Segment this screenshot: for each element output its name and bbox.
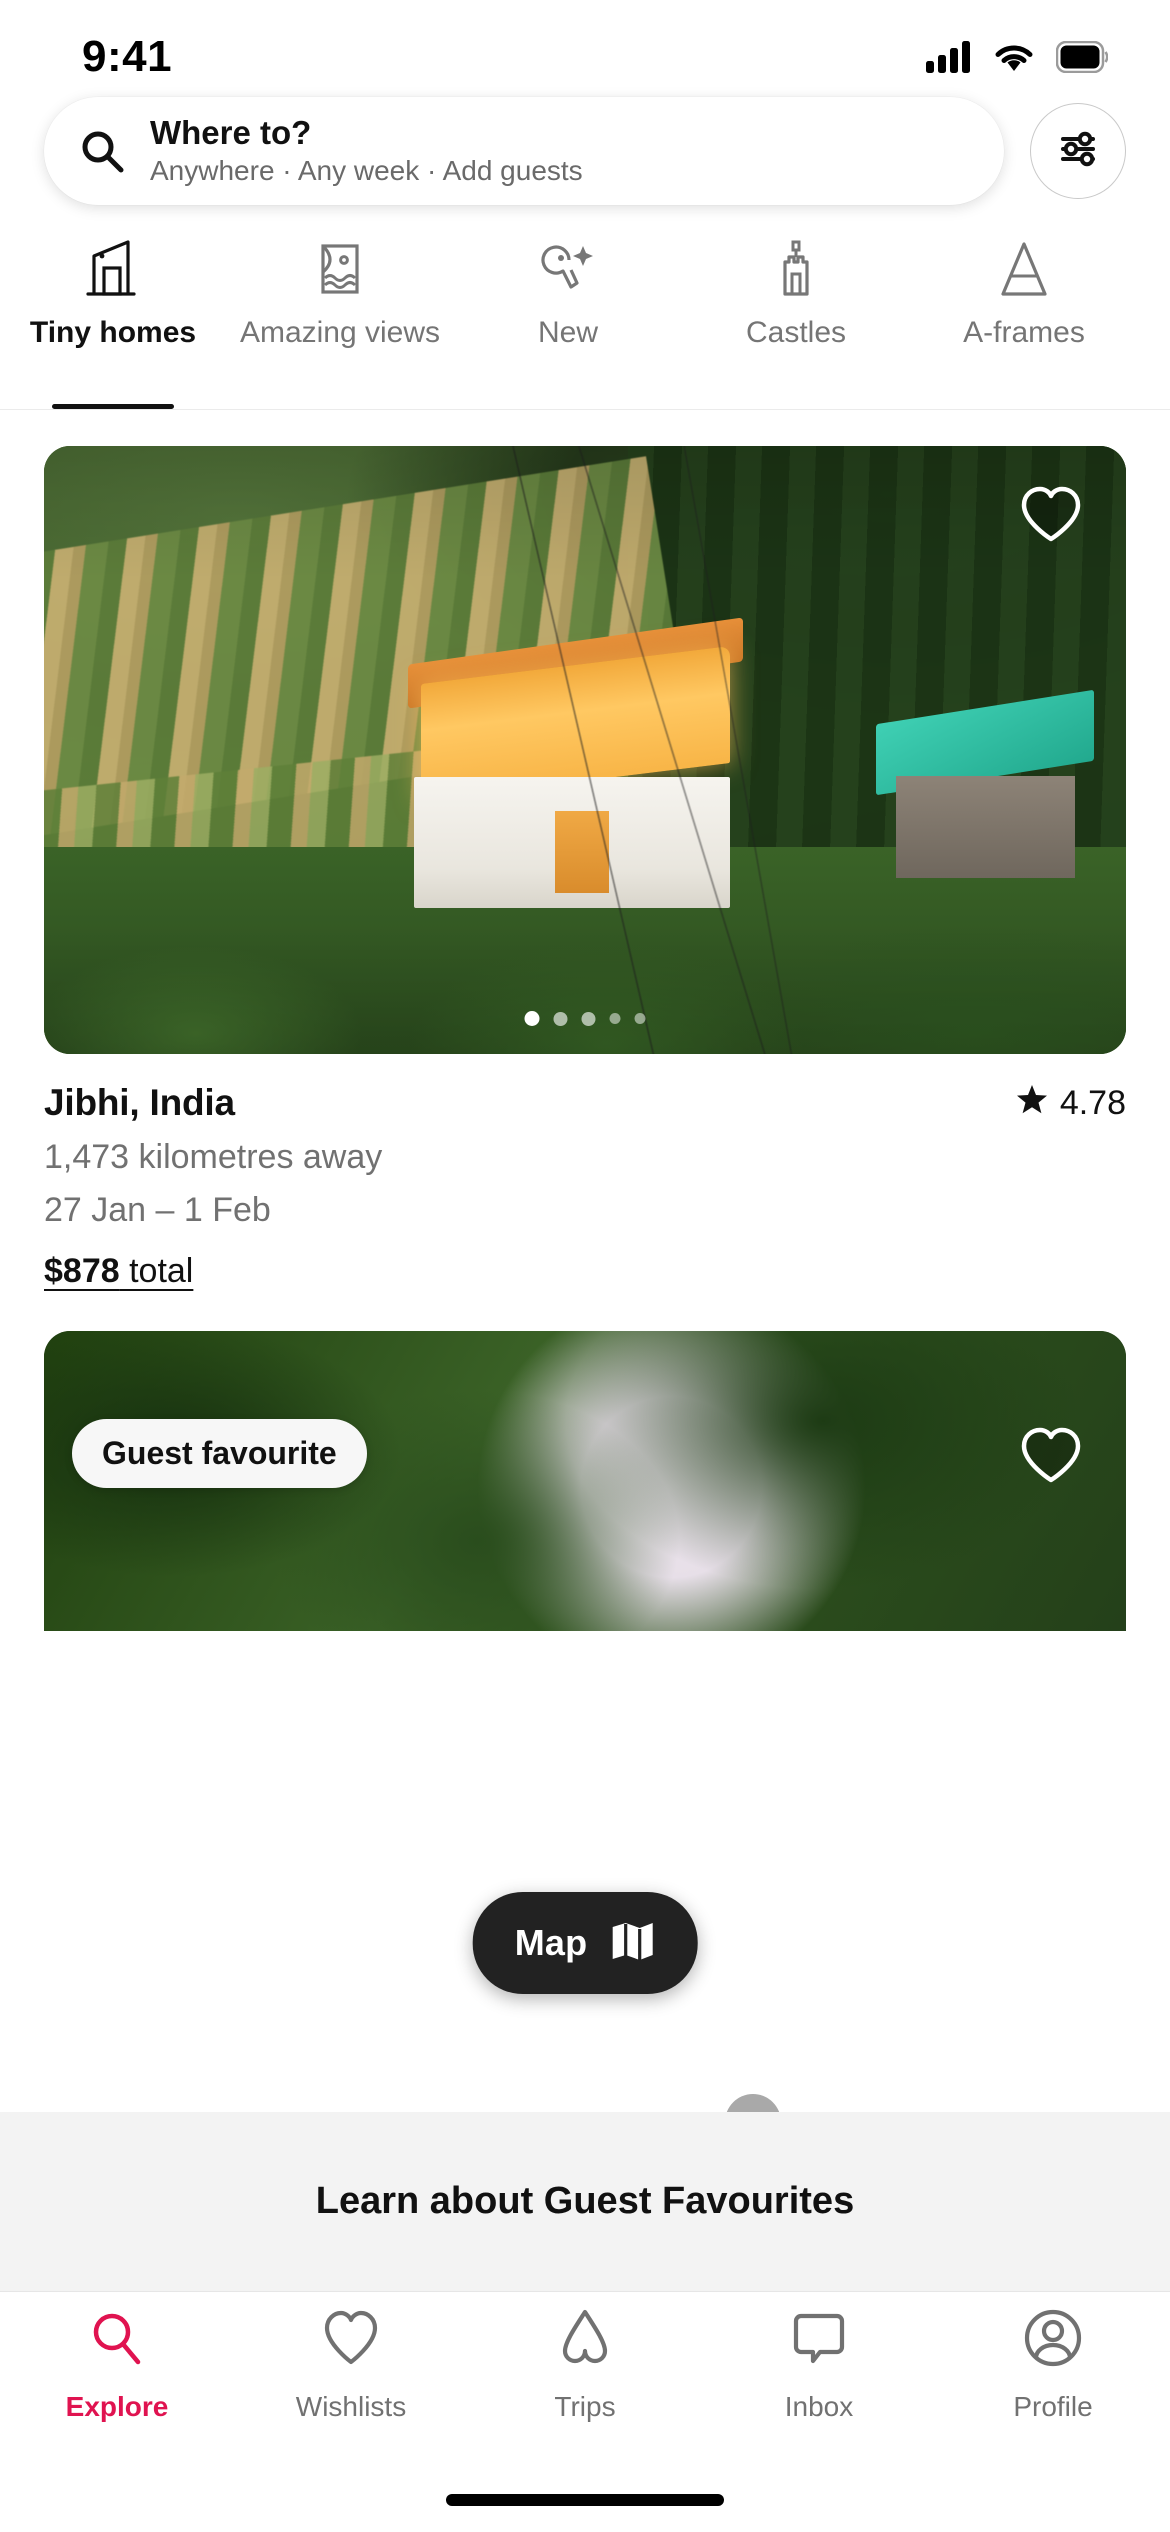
cellular-signal-icon	[926, 41, 970, 73]
category-tab-tiny-homes[interactable]: Tiny homes	[0, 238, 226, 409]
listing-rating: 4.78	[1016, 1083, 1126, 1124]
amazing-views-icon	[311, 238, 369, 300]
status-time: 9:41	[82, 32, 173, 81]
tiny-home-icon	[84, 238, 142, 300]
category-label: Tiny homes	[29, 316, 197, 349]
star-icon	[1016, 1083, 1048, 1124]
search-icon	[86, 2308, 148, 2375]
status-bar: 9:41	[0, 0, 1170, 92]
photo-carousel-dots[interactable]	[524, 1011, 646, 1026]
a-frame-icon	[995, 238, 1053, 300]
carousel-dot[interactable]	[524, 1011, 540, 1026]
tab-explore[interactable]: Explore	[0, 2308, 234, 2423]
heart-outline-icon	[1019, 485, 1083, 550]
tab-label: Trips	[554, 2391, 616, 2422]
heart-outline-icon	[1019, 1426, 1083, 1491]
learn-banner-text: Learn about Guest Favourites	[315, 2180, 855, 2222]
map-folded-icon	[609, 1919, 655, 1968]
battery-icon	[1056, 41, 1108, 73]
search-text-group: Where to? Anywhere · Any week · Add gues…	[150, 114, 583, 187]
learn-guest-favourites-banner[interactable]: Learn about Guest Favourites	[0, 2112, 1170, 2292]
category-tabs[interactable]: Tiny homes Amazing views New Castles A-f…	[0, 210, 1170, 410]
carousel-dot[interactable]	[634, 1013, 646, 1024]
search-bar[interactable]: Where to? Anywhere · Any week · Add gues…	[44, 97, 1004, 205]
tab-label: Explore	[65, 2391, 169, 2422]
listing-photo-second[interactable]: Guest favourite	[44, 1331, 1126, 1631]
category-tab-new[interactable]: New	[454, 238, 682, 409]
bottom-tab-bar[interactable]: Explore Wishlists Trips Inbox Profile	[0, 2292, 1170, 2460]
search-header: Where to? Anywhere · Any week · Add gues…	[0, 92, 1170, 210]
listing-photo[interactable]	[44, 446, 1126, 1054]
home-indicator	[446, 2494, 724, 2506]
listing-price[interactable]: $878 total	[44, 1252, 1126, 1291]
photo-shade	[44, 446, 1126, 1054]
price-suffix: total	[119, 1252, 194, 1290]
category-label: New	[537, 316, 598, 349]
category-label: A-frames	[963, 316, 1085, 349]
tab-profile[interactable]: Profile	[936, 2308, 1170, 2423]
category-tab-amazing-views[interactable]: Amazing views	[226, 238, 454, 409]
listing-info: Jibhi, India 4.78 1,473 kilometres away …	[44, 1054, 1126, 1291]
category-label: Castles	[745, 316, 847, 349]
listing-card[interactable]: Jibhi, India 4.78 1,473 kilometres away …	[44, 410, 1126, 1291]
carousel-dot[interactable]	[609, 1013, 621, 1024]
category-label: Amazing views	[239, 316, 441, 349]
tab-label: Inbox	[784, 2391, 854, 2422]
category-tab-castles[interactable]: Castles	[682, 238, 910, 409]
map-toggle-button[interactable]: Map	[472, 1892, 698, 1994]
carousel-dot[interactable]	[553, 1011, 568, 1026]
map-button-label: Map	[514, 1922, 588, 1963]
message-icon	[788, 2308, 850, 2375]
search-subtitle: Anywhere · Any week · Add guests	[150, 155, 583, 187]
search-icon	[78, 127, 126, 175]
carousel-dot[interactable]	[581, 1011, 596, 1026]
price-amount: $878	[44, 1252, 120, 1290]
guest-favourite-badge: Guest favourite	[72, 1419, 367, 1488]
listing-distance: 1,473 kilometres away	[44, 1138, 383, 1176]
listing-title-row: Jibhi, India 4.78	[44, 1082, 1126, 1124]
airbnb-icon	[554, 2308, 616, 2375]
listing-dates: 27 Jan – 1 Feb	[44, 1191, 271, 1229]
tab-inbox[interactable]: Inbox	[702, 2308, 936, 2423]
active-tab-underline	[52, 404, 174, 409]
filter-sliders-icon	[1054, 125, 1102, 178]
listing-location: Jibhi, India	[44, 1082, 235, 1123]
search-title: Where to?	[150, 114, 312, 152]
category-tab-a-frames[interactable]: A-frames	[910, 238, 1138, 409]
heart-icon	[320, 2308, 382, 2375]
listing-feed: Jibhi, India 4.78 1,473 kilometres away …	[0, 410, 1170, 1631]
filter-button[interactable]	[1030, 103, 1126, 199]
castle-icon	[767, 238, 825, 300]
listing-card-second[interactable]: Guest favourite	[44, 1291, 1126, 1631]
wifi-icon	[995, 45, 1033, 71]
tab-label: Wishlists	[295, 2391, 407, 2422]
tab-wishlists[interactable]: Wishlists	[234, 2308, 468, 2423]
favourite-button[interactable]	[1016, 1423, 1086, 1493]
status-icons	[926, 41, 1108, 73]
new-sparkle-icon	[539, 238, 597, 300]
favourite-button[interactable]	[1016, 482, 1086, 552]
tab-trips[interactable]: Trips	[468, 2308, 702, 2423]
rating-value: 4.78	[1059, 1084, 1126, 1122]
person-icon	[1022, 2308, 1084, 2375]
tab-label: Profile	[1013, 2391, 1093, 2422]
